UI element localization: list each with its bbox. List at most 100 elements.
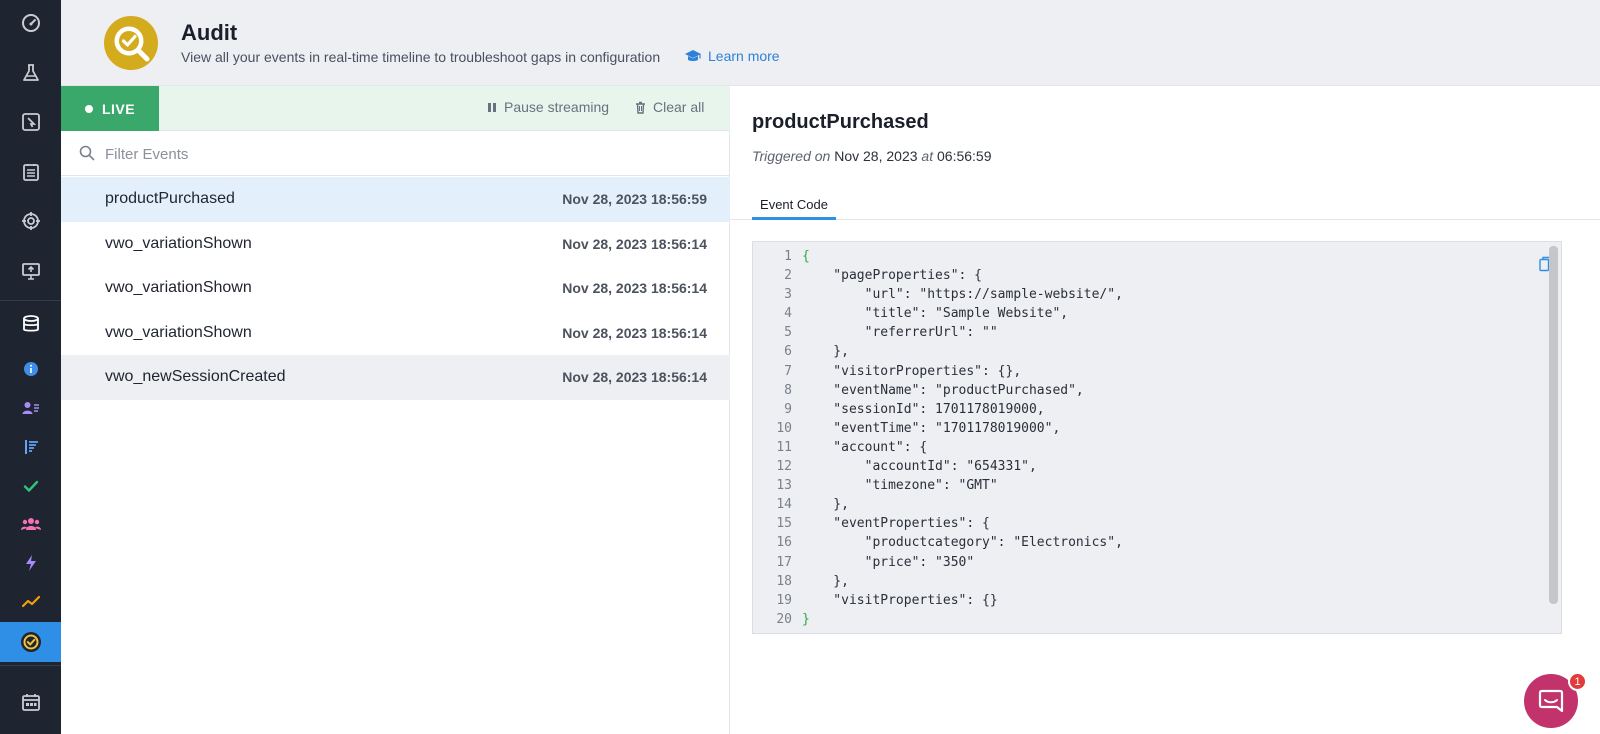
event-row[interactable]: vwo_variationShown Nov 28, 2023 18:56:14 bbox=[61, 266, 730, 311]
pause-streaming-button[interactable]: Pause streaming bbox=[487, 99, 609, 115]
event-time: Nov 28, 2023 18:56:14 bbox=[562, 235, 707, 252]
learn-more-link[interactable]: Learn more bbox=[684, 48, 780, 64]
line-number: 17 bbox=[776, 554, 792, 570]
event-row[interactable]: vwo_variationShown Nov 28, 2023 18:56:14 bbox=[61, 222, 730, 267]
line-content: "accountId": "654331", bbox=[802, 459, 1037, 475]
code-viewer[interactable]: 1{2 "pageProperties": { 3 "url": "https:/… bbox=[752, 241, 1562, 634]
line-number: 9 bbox=[784, 401, 792, 417]
funnel-icon[interactable] bbox=[0, 427, 61, 467]
user-list-icon[interactable] bbox=[0, 388, 61, 428]
line-number: 2 bbox=[784, 268, 792, 284]
users-group-icon[interactable] bbox=[0, 504, 61, 544]
code-line: 2 "pageProperties": { bbox=[753, 266, 1543, 285]
code-line: 8 "eventName": "productPurchased", bbox=[753, 381, 1543, 400]
learn-more-label: Learn more bbox=[708, 48, 780, 64]
event-detail-panel: productPurchased Triggered on Nov 28, 20… bbox=[730, 86, 1600, 734]
line-number: 14 bbox=[776, 497, 792, 513]
code-line: 5 "referrerUrl": "" bbox=[753, 323, 1543, 342]
code-line: 9 "sessionId": 1701178019000, bbox=[753, 400, 1543, 419]
line-number: 15 bbox=[776, 516, 792, 532]
event-row[interactable]: vwo_newSessionCreated Nov 28, 2023 18:56… bbox=[61, 355, 730, 400]
code-line: 10 "eventTime": "1701178019000", bbox=[753, 419, 1543, 438]
line-content: "productcategory": "Electronics", bbox=[802, 535, 1123, 551]
check-icon[interactable] bbox=[0, 466, 61, 506]
event-time: Nov 28, 2023 18:56:59 bbox=[562, 191, 707, 208]
code-line: 1{ bbox=[753, 247, 1543, 266]
list-icon[interactable] bbox=[0, 152, 61, 192]
code-scrollbar[interactable] bbox=[1549, 246, 1558, 604]
code-line: 16 "productcategory": "Electronics", bbox=[753, 533, 1543, 552]
clear-all-button[interactable]: Clear all bbox=[635, 99, 704, 115]
event-detail-title: productPurchased bbox=[752, 111, 929, 133]
code-line: 13 "timezone": "GMT" bbox=[753, 476, 1543, 495]
bolt-icon[interactable] bbox=[0, 543, 61, 583]
line-content: "referrerUrl": "" bbox=[802, 325, 998, 341]
sidebar-divider bbox=[0, 300, 61, 301]
dashboard-icon[interactable] bbox=[0, 3, 61, 43]
clear-all-label: Clear all bbox=[653, 99, 705, 115]
trend-icon[interactable] bbox=[0, 582, 61, 622]
filter-events-input[interactable] bbox=[105, 142, 705, 166]
line-content: }, bbox=[802, 573, 849, 589]
filter-bar bbox=[61, 131, 730, 176]
code-line: 7 "visitorProperties": {}, bbox=[753, 362, 1543, 381]
line-content: "eventName": "productPurchased", bbox=[802, 382, 1084, 398]
code-line: 12 "accountId": "654331", bbox=[753, 457, 1543, 476]
tab-event-code[interactable]: Event Code bbox=[752, 191, 836, 220]
calendar-icon[interactable] bbox=[0, 682, 61, 722]
sidebar-divider bbox=[0, 665, 61, 666]
code-line: 11 "account": { bbox=[753, 438, 1543, 457]
event-time: Nov 28, 2023 18:56:14 bbox=[562, 324, 707, 341]
audit-magnifier-check-icon bbox=[114, 26, 150, 62]
line-number: 6 bbox=[784, 344, 792, 360]
line-content: "eventTime": "1701178019000", bbox=[802, 420, 1061, 436]
line-content: }, bbox=[802, 497, 849, 513]
line-number: 5 bbox=[784, 325, 792, 341]
audit-icon bbox=[20, 632, 41, 652]
event-name: productPurchased bbox=[105, 190, 235, 208]
line-number: 1 bbox=[784, 249, 792, 264]
events-panel: LIVE Pause streaming Clear all productPu… bbox=[61, 86, 730, 734]
line-number: 19 bbox=[776, 592, 792, 608]
events-toolbar: LIVE Pause streaming Clear all bbox=[61, 86, 730, 131]
line-number: 8 bbox=[784, 382, 792, 398]
live-indicator[interactable]: LIVE bbox=[61, 86, 159, 131]
trash-icon bbox=[636, 101, 645, 114]
event-row[interactable]: productPurchased Nov 28, 2023 18:56:59 bbox=[61, 177, 730, 222]
event-name: vwo_variationShown bbox=[105, 234, 252, 252]
line-content: }, bbox=[802, 344, 849, 360]
page-title: Audit bbox=[181, 20, 238, 45]
cursor-click-icon[interactable] bbox=[0, 102, 61, 142]
event-name: vwo_variationShown bbox=[105, 323, 252, 341]
pause-icon bbox=[488, 102, 496, 112]
line-content: "eventProperties": { bbox=[802, 516, 990, 532]
sidebar bbox=[0, 0, 61, 734]
flask-icon[interactable] bbox=[0, 53, 61, 93]
audit-logo bbox=[104, 16, 158, 70]
presentation-icon[interactable] bbox=[0, 251, 61, 291]
audit-nav-item[interactable] bbox=[0, 622, 61, 662]
search-icon bbox=[79, 145, 95, 161]
triggered-date: Nov 28, 2023 bbox=[834, 148, 918, 164]
live-dot-icon bbox=[84, 104, 93, 113]
line-number: 16 bbox=[776, 535, 792, 551]
code-lines: 1{2 "pageProperties": { 3 "url": "https:/… bbox=[753, 247, 1543, 629]
line-number: 7 bbox=[784, 363, 792, 379]
line-content: "title": "Sample Website", bbox=[802, 306, 1069, 322]
live-label: LIVE bbox=[101, 100, 136, 117]
page-header: Audit View all your events in real-time … bbox=[61, 0, 1600, 86]
event-time: Nov 28, 2023 18:56:14 bbox=[562, 280, 707, 297]
event-name: vwo_newSessionCreated bbox=[105, 368, 286, 386]
event-row[interactable]: vwo_variationShown Nov 28, 2023 18:56:14 bbox=[61, 311, 730, 356]
info-icon[interactable] bbox=[0, 349, 61, 389]
database-icon[interactable] bbox=[0, 304, 61, 344]
page-subtitle: View all your events in real-time timeli… bbox=[181, 49, 661, 65]
line-content: "price": "350" bbox=[802, 554, 975, 570]
code-line: 18 }, bbox=[753, 572, 1543, 591]
line-content: "visitProperties": {} bbox=[802, 592, 998, 608]
line-content: "url": "https://sample-website/", bbox=[802, 287, 1123, 303]
triggered-time: 06:56:59 bbox=[937, 148, 992, 164]
line-number: 3 bbox=[784, 287, 792, 303]
line-number: 11 bbox=[776, 439, 792, 455]
target-icon[interactable] bbox=[0, 201, 61, 241]
